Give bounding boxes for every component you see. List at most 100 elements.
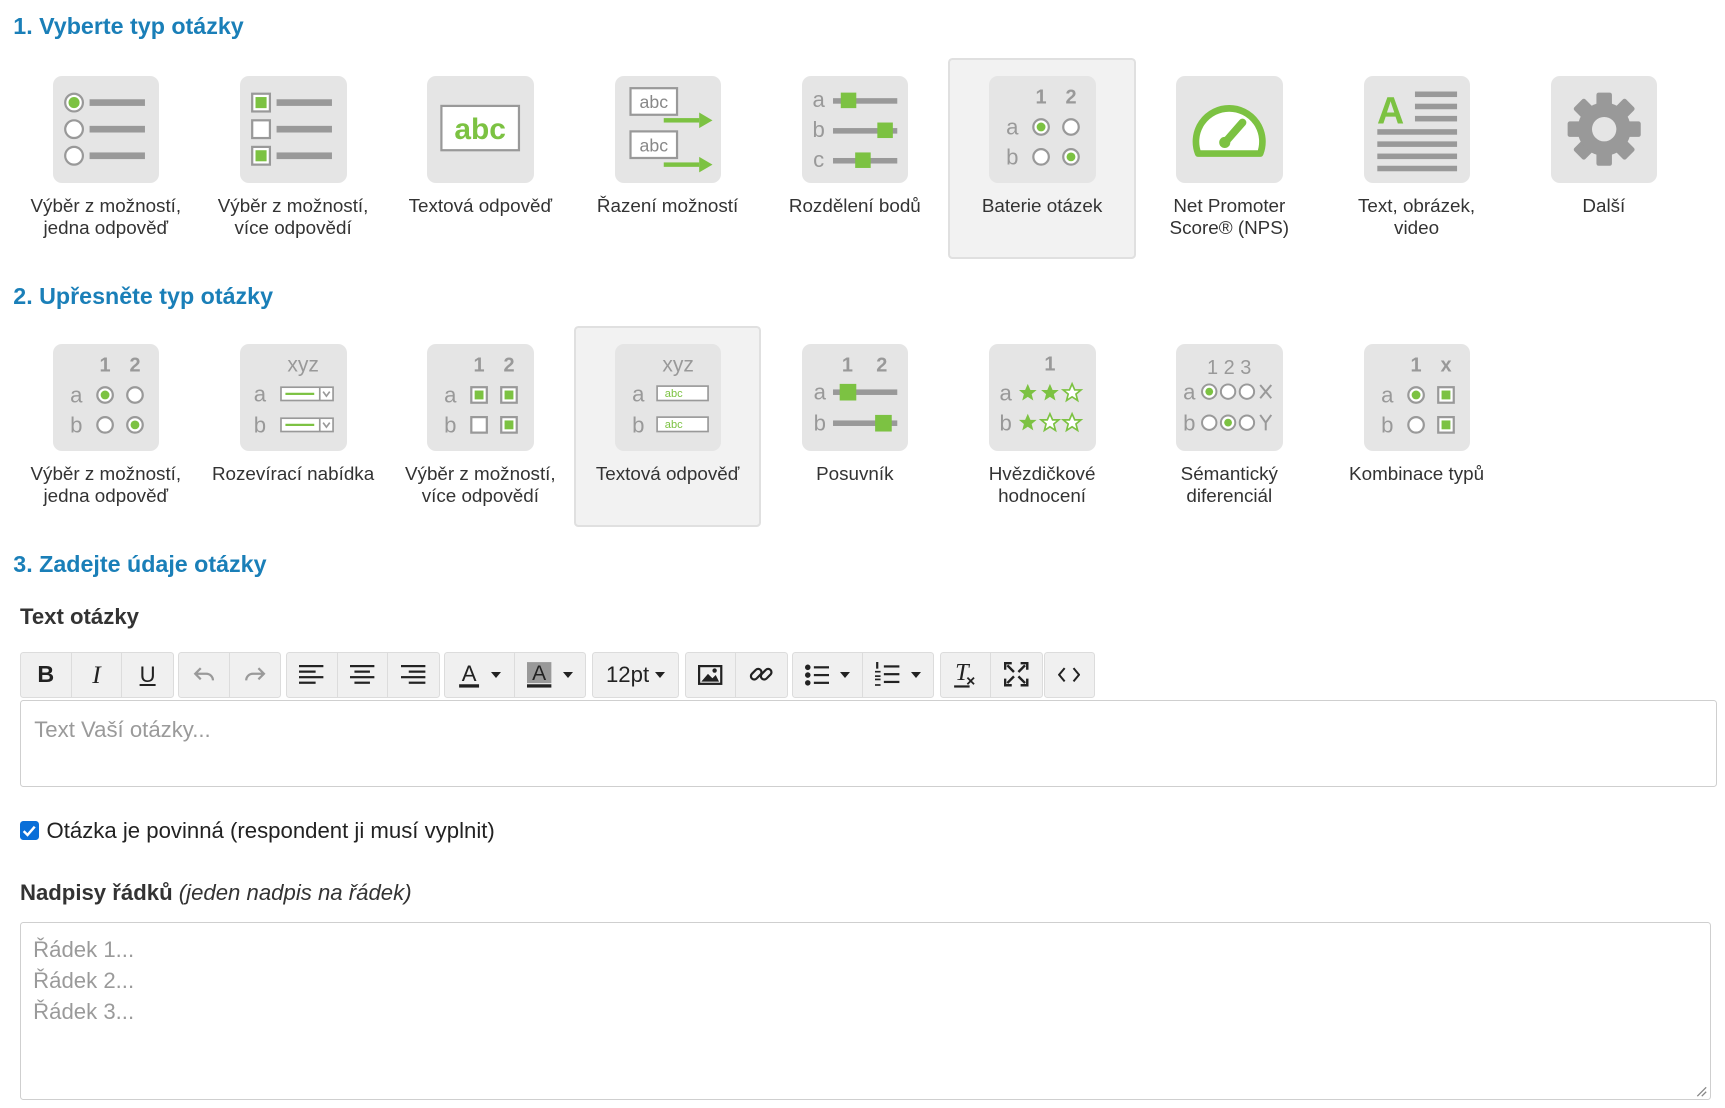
link-icon	[750, 668, 773, 682]
svg-text:2: 2	[129, 355, 140, 377]
misc-group: T	[939, 651, 1043, 699]
question-type-single-choice[interactable]: Výběr z možností, jedna odpověď	[12, 58, 199, 260]
bullet-list-button[interactable]	[793, 652, 864, 697]
align-center-button[interactable]	[338, 652, 389, 697]
svg-text:a: a	[254, 382, 267, 407]
question-battery-icon: 1 2 a b	[989, 76, 1096, 183]
row-placeholder: Řádek 3...	[33, 998, 135, 1024]
svg-text:b: b	[632, 413, 644, 438]
svg-text:abc: abc	[665, 420, 683, 432]
numbered-list-button[interactable]	[863, 653, 933, 697]
align-left-button[interactable]	[287, 652, 338, 697]
text-color-button[interactable]: A	[445, 652, 516, 697]
single-choice-icon	[52, 76, 160, 183]
section-title-select-type: 1. Vyberte typ otázky	[13, 13, 244, 40]
resize-grip-icon[interactable]	[1694, 1084, 1707, 1097]
fullscreen-icon	[1004, 662, 1029, 687]
svg-text:1: 1	[1036, 87, 1047, 109]
subtype-multiple-choice[interactable]: 1 2 a b Výběr z možností, více odpovědí	[387, 326, 574, 528]
chevron-down-icon	[491, 671, 502, 679]
section-title-question-details: 3. Zadejte údaje otázky	[13, 550, 267, 577]
text-color-icon: A	[459, 661, 480, 688]
svg-text:a: a	[1000, 381, 1013, 406]
slider-icon: 1 2 a b	[801, 344, 909, 451]
svg-text:1: 1	[99, 355, 110, 377]
question-type-label: Net Promoter Score® (NPS)	[1169, 194, 1290, 238]
question-type-text-answer[interactable]: abc Textová odpověď	[387, 58, 574, 260]
svg-text:A: A	[1377, 90, 1404, 132]
point-distribution-icon: a b c	[801, 76, 909, 183]
subtype-star-rating[interactable]: 1 a b Hvězdičkové hodnocení	[948, 326, 1135, 528]
row-headings-hint: (jeden nadpis na řádek)	[178, 879, 412, 905]
subtype-single-choice[interactable]: 1 2 a b Výběr z možností, jedna odpověď	[12, 326, 199, 528]
row-placeholder: Řádek 2...	[33, 967, 135, 993]
code-group	[1043, 651, 1095, 699]
text-image-icon: A	[1363, 76, 1471, 183]
subtype-label: Výběr z možností, jedna odpověď	[30, 462, 182, 507]
history-group	[178, 651, 282, 699]
required-checkbox[interactable]	[19, 821, 39, 841]
svg-text:xyz: xyz	[288, 354, 320, 377]
insert-image-button[interactable]	[686, 652, 737, 697]
question-editor: 1. Vyberte typ otázky Výběr z možností, …	[0, 0, 1725, 1108]
svg-text:abc: abc	[639, 136, 668, 156]
question-type-more[interactable]: Další	[1510, 58, 1697, 260]
required-label[interactable]: Otázka je povinná (respondent ji musí vy…	[47, 818, 495, 844]
svg-text:2: 2	[504, 355, 515, 377]
underline-button[interactable]: U	[122, 653, 173, 697]
font-size-value: 12pt	[605, 661, 650, 687]
color-group: A A	[444, 651, 587, 699]
svg-text:1 2 3: 1 2 3	[1207, 357, 1251, 379]
svg-text:A: A	[462, 661, 477, 686]
subtype-dropdown[interactable]: xyz a b Rozevírací nabídka	[199, 326, 386, 528]
redo-button[interactable]	[230, 653, 281, 697]
align-group	[285, 651, 440, 699]
svg-text:A: A	[533, 662, 547, 685]
svg-text:b: b	[1000, 411, 1012, 436]
source-code-button[interactable]	[1045, 653, 1094, 697]
svg-text:1: 1	[1410, 355, 1421, 377]
svg-text:a: a	[812, 87, 825, 112]
subtype-text-answer[interactable]: xyz a abc b abc Textová odpověď	[573, 325, 762, 528]
svg-text:b: b	[812, 117, 824, 142]
font-size-select[interactable]: 12pt	[593, 653, 678, 697]
subtype-combination[interactable]: 1 x a b Kombinace typů	[1323, 326, 1510, 528]
clear-formatting-icon: T	[954, 661, 975, 688]
svg-text:b: b	[814, 411, 826, 436]
svg-text:x: x	[1440, 355, 1451, 377]
italic-button[interactable]: I	[72, 652, 123, 697]
question-type-label: Výběr z možností, více odpovědí	[217, 194, 369, 238]
question-type-multiple-choice[interactable]: Výběr z možností, více odpovědí	[199, 58, 386, 260]
undo-button[interactable]	[179, 652, 230, 697]
question-type-label: Rozdělení bodů	[788, 194, 921, 216]
subtype-label: Rozevírací nabídka	[211, 462, 375, 484]
svg-text:a: a	[1184, 380, 1197, 405]
battery-single-choice-icon: 1 2 a b	[52, 344, 160, 451]
section-title-refine-type: 2. Upřesněte typ otázky	[13, 282, 273, 309]
gauge-icon	[1176, 76, 1283, 183]
align-right-button[interactable]	[388, 653, 439, 697]
fullscreen-button[interactable]	[991, 653, 1042, 697]
subtype-semantic-differential[interactable]: 1 2 3 a b Sémantický diferenciál	[1136, 326, 1323, 528]
list-group	[792, 651, 935, 699]
clear-formatting-button[interactable]: T	[941, 652, 992, 697]
background-color-button[interactable]: A	[515, 653, 585, 697]
row-headings-title: Nadpisy řádků	[19, 879, 173, 905]
question-type-nps[interactable]: Net Promoter Score® (NPS)	[1136, 58, 1323, 260]
svg-text:1: 1	[474, 355, 485, 377]
row-headings-label: Nadpisy řádků (jeden nadpis na řádek)	[20, 880, 412, 906]
insert-link-button[interactable]	[736, 653, 787, 697]
question-type-text-image[interactable]: A Text, obrázek, video	[1323, 58, 1510, 260]
svg-text:b: b	[254, 413, 266, 438]
question-type-label: Textová odpověď	[408, 194, 553, 216]
question-type-point-distribution[interactable]: a b c Rozdělení bodů	[761, 58, 948, 260]
subtype-slider[interactable]: 1 2 a b Posuvník	[761, 326, 948, 528]
chevron-down-icon	[910, 671, 921, 679]
question-text-editor[interactable]: Text Vaší otázky...	[19, 700, 1718, 787]
row-headings-textarea[interactable]: Řádek 1... Řádek 2... Řádek 3...	[19, 921, 1711, 1101]
bold-button[interactable]: B	[21, 652, 72, 697]
question-type-ranking[interactable]: abc abc Řazení možností	[574, 58, 761, 260]
subtype-label: Hvězdičkové hodnocení	[988, 462, 1096, 507]
subtype-label: Textová odpověď	[595, 462, 740, 484]
question-type-battery[interactable]: 1 2 a b Baterie otázek	[948, 57, 1136, 260]
